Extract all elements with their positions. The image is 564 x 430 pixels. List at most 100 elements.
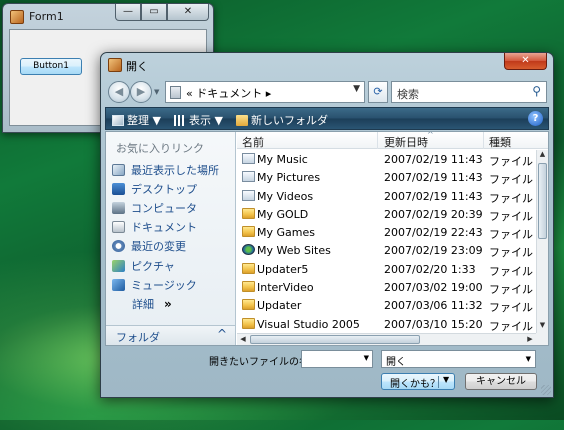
file-row[interactable]: My Videos 2007/02/19 11:43 ファイル フ bbox=[237, 187, 548, 205]
organize-button[interactable]: 整理 ▼ bbox=[112, 112, 161, 128]
filename-combobox[interactable]: ▼ bbox=[301, 350, 373, 368]
folder-icon bbox=[242, 207, 255, 219]
open-button-label[interactable]: 開くかも？ bbox=[390, 375, 440, 390]
folder-icon bbox=[242, 281, 255, 293]
folders-toggle[interactable]: フォルダ ^ bbox=[106, 325, 235, 345]
more-label: 詳細 bbox=[132, 297, 154, 311]
scroll-down-icon[interactable]: ▼ bbox=[537, 321, 548, 333]
new-folder-label: 新しいフォルダ bbox=[251, 114, 328, 127]
chevron-down-icon[interactable]: ▼ bbox=[526, 355, 531, 363]
favorite-links-heading: お気に入りリンク bbox=[116, 142, 204, 155]
file-row[interactable]: My Pictures 2007/02/19 11:43 ファイル フ bbox=[237, 168, 548, 186]
documents-folder-icon bbox=[170, 86, 181, 99]
scroll-right-icon[interactable]: ▶ bbox=[524, 334, 536, 345]
file-row[interactable]: Visual Studio 2005 2007/03/10 15:20 ファイル フ bbox=[237, 315, 548, 333]
scroll-left-icon[interactable]: ◀ bbox=[237, 334, 249, 345]
file-name: My Pictures bbox=[257, 171, 321, 185]
fav-recently-changed[interactable]: 最近の変更 bbox=[112, 237, 234, 256]
address-path[interactable]: « ドキュメント ▸ bbox=[186, 85, 271, 101]
fav-documents[interactable]: ドキュメント bbox=[112, 218, 234, 237]
column-header-date[interactable]: 更新日時 bbox=[384, 134, 428, 150]
file-name: Updater5 bbox=[257, 262, 309, 276]
scroll-thumb[interactable] bbox=[250, 335, 420, 344]
file-date: 2007/03/02 19:00 bbox=[384, 281, 483, 295]
scroll-up-icon[interactable]: ▲ bbox=[537, 150, 548, 162]
shortcut-icon bbox=[242, 153, 255, 164]
file-date: 2007/02/19 11:43 bbox=[384, 171, 483, 185]
column-header-name[interactable]: 名前 bbox=[242, 134, 264, 150]
chevron-down-icon[interactable]: ▼ bbox=[443, 375, 449, 384]
chevron-down-icon[interactable]: ▼ bbox=[364, 354, 369, 362]
command-toolbar: 整理 ▼ 表示 ▼ 新しいフォルダ ? bbox=[105, 107, 549, 130]
more-links-button[interactable]: 詳細 » bbox=[112, 294, 234, 313]
file-row[interactable]: Updater5 2007/02/20 1:33 ファイル フ bbox=[237, 260, 548, 278]
folder-icon bbox=[242, 226, 255, 238]
file-name: My Videos bbox=[257, 189, 314, 203]
views-label: 表示 ▼ bbox=[189, 114, 223, 127]
address-dropdown-icon[interactable]: ▼ bbox=[353, 84, 360, 94]
open-file-dialog: 開く ✕ ◀ ▶ ▼ « ドキュメント ▸ ▼ ⟳ 検索 ⚲ 整理 ▼ 表示 ▼ bbox=[100, 52, 554, 398]
scrollbar-corner bbox=[536, 333, 548, 345]
documents-icon bbox=[112, 221, 125, 234]
file-row[interactable]: My Music 2007/02/19 11:43 ファイル フ bbox=[237, 150, 548, 168]
fav-label: コンピュータ bbox=[131, 201, 197, 215]
dialog-titlebar[interactable]: 開く ✕ bbox=[101, 53, 553, 75]
column-header-type[interactable]: 種類 bbox=[489, 134, 511, 150]
file-row[interactable]: My Games 2007/02/19 22:43 ファイル フ bbox=[237, 223, 548, 241]
address-bar[interactable]: « ドキュメント ▸ ▼ bbox=[165, 81, 365, 103]
cancel-button[interactable]: キャンセル bbox=[465, 373, 537, 390]
fav-pictures[interactable]: ピクチャ bbox=[112, 256, 234, 275]
new-folder-button[interactable]: 新しいフォルダ bbox=[236, 112, 328, 128]
file-row[interactable]: InterVideo 2007/03/02 19:00 ファイル フ bbox=[237, 278, 548, 296]
help-icon[interactable]: ? bbox=[528, 111, 543, 126]
file-row[interactable]: My GOLD 2007/02/19 20:39 ファイル フ bbox=[237, 205, 548, 223]
fav-label: ピクチャ bbox=[131, 259, 175, 273]
fav-recent-places[interactable]: 最近表示した場所 bbox=[112, 160, 234, 179]
form1-titlebar[interactable]: Form1 — ▭ ✕ bbox=[3, 4, 213, 28]
fav-label: 最近の変更 bbox=[131, 240, 186, 254]
double-chevron-icon: » bbox=[164, 296, 172, 311]
fav-desktop[interactable]: デスクトップ bbox=[112, 179, 234, 198]
web-folder-icon bbox=[242, 244, 255, 256]
column-divider[interactable] bbox=[483, 132, 484, 149]
fav-computer[interactable]: コンピュータ bbox=[112, 198, 234, 217]
recent-pages-dropdown[interactable]: ▼ bbox=[154, 88, 159, 96]
minimize-button[interactable]: — bbox=[115, 4, 141, 21]
dialog-title: 開く bbox=[126, 60, 148, 73]
file-name: InterVideo bbox=[257, 281, 314, 295]
music-icon bbox=[112, 278, 125, 291]
split-divider bbox=[438, 376, 439, 388]
forward-button[interactable]: ▶ bbox=[130, 81, 152, 103]
file-name: Updater bbox=[257, 299, 302, 313]
scroll-thumb[interactable] bbox=[538, 163, 547, 239]
file-date: 2007/02/19 22:43 bbox=[384, 226, 483, 240]
organize-icon bbox=[112, 114, 124, 126]
refresh-button[interactable]: ⟳ bbox=[368, 81, 388, 103]
file-type-value: 開く bbox=[386, 357, 406, 368]
browser-body: お気に入りリンク 最近表示した場所 デスクトップ コンピュータ ドキュメント 最… bbox=[105, 131, 549, 346]
address-row: ◀ ▶ ▼ « ドキュメント ▸ ▼ ⟳ 検索 ⚲ bbox=[105, 79, 549, 105]
search-placeholder: 検索 bbox=[397, 88, 419, 101]
fav-music[interactable]: ミュージック bbox=[112, 275, 234, 294]
dialog-close-button[interactable]: ✕ bbox=[504, 53, 547, 70]
vertical-scrollbar[interactable]: ▲ ▼ bbox=[536, 150, 548, 333]
fav-label: ミュージック bbox=[131, 278, 197, 292]
horizontal-scrollbar[interactable]: ◀ ▶ bbox=[237, 333, 536, 345]
back-button[interactable]: ◀ bbox=[108, 81, 130, 103]
search-icon[interactable]: ⚲ bbox=[532, 84, 541, 98]
file-type-select[interactable]: 開く ▼ bbox=[381, 350, 536, 368]
views-button[interactable]: 表示 ▼ bbox=[174, 112, 223, 128]
folder-icon bbox=[242, 299, 255, 311]
file-row[interactable]: Updater 2007/03/06 11:32 ファイル フ bbox=[237, 296, 548, 314]
file-row[interactable]: My Web Sites 2007/02/19 23:09 ファイル フ bbox=[237, 241, 548, 259]
shortcut-icon bbox=[242, 189, 255, 201]
maximize-button[interactable]: ▭ bbox=[141, 4, 167, 21]
folders-label: フォルダ bbox=[116, 331, 160, 344]
search-input[interactable]: 検索 ⚲ bbox=[391, 81, 547, 103]
resize-grip[interactable] bbox=[541, 385, 551, 395]
open-split-button[interactable]: 開くかも？ ▼ bbox=[381, 373, 455, 390]
button1[interactable]: Button1 bbox=[20, 58, 82, 75]
close-button[interactable]: ✕ bbox=[167, 4, 209, 21]
form1-title: Form1 bbox=[29, 10, 64, 23]
column-divider[interactable] bbox=[377, 132, 378, 149]
